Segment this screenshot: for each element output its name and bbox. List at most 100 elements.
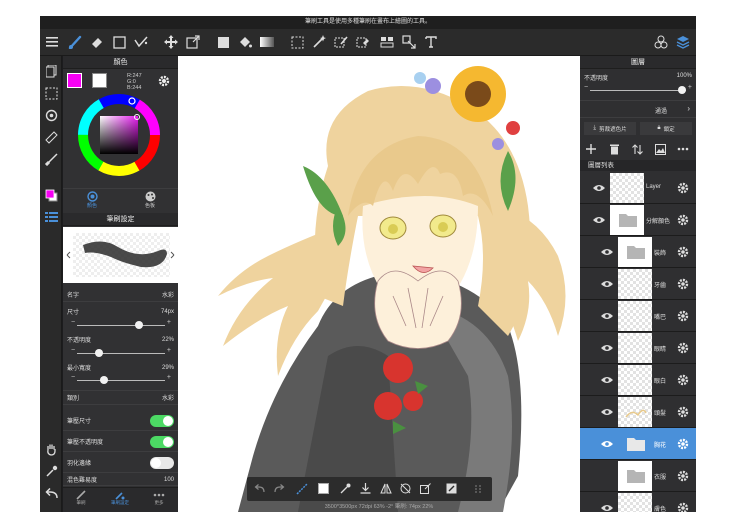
sort-layers-icon[interactable] — [630, 142, 644, 156]
image-layer-icon[interactable] — [653, 142, 667, 156]
layer-opacity-slider-knob[interactable] — [678, 86, 686, 94]
eye-icon[interactable] — [600, 373, 614, 387]
layer-row[interactable]: 嘴巴 — [580, 300, 696, 332]
pressure-opacity-toggle[interactable] — [150, 435, 174, 448]
selection-icon[interactable] — [42, 84, 60, 102]
gear-icon[interactable] — [676, 373, 690, 387]
layer-row-selected[interactable]: 胸花 — [580, 428, 696, 460]
layer-row[interactable]: 分解顏色 — [580, 204, 696, 236]
feather-toggle[interactable] — [150, 456, 174, 469]
snap-icon[interactable] — [42, 106, 60, 124]
hand-stroke-icon[interactable] — [42, 150, 60, 168]
gear-icon[interactable] — [676, 277, 690, 291]
brush-opacity-slider-knob[interactable] — [94, 349, 103, 357]
gear-icon[interactable] — [676, 469, 690, 483]
eye-icon[interactable] — [600, 341, 614, 355]
pressure-size-toggle[interactable] — [150, 414, 174, 427]
tab-color[interactable]: 顏色 — [81, 191, 103, 209]
menu-icon[interactable] — [43, 33, 61, 51]
delete-layer-icon[interactable] — [607, 142, 621, 156]
gear-icon[interactable] — [676, 437, 690, 451]
brush-opacity-slider[interactable]: − + — [71, 347, 171, 357]
brush-type-row[interactable]: 類別 水彩 — [63, 390, 178, 405]
fill-rect-icon[interactable] — [214, 33, 232, 51]
redo-icon[interactable] — [271, 480, 288, 497]
eye-icon[interactable] — [600, 437, 614, 451]
pen-tool-icon[interactable] — [400, 33, 418, 51]
flip-icon[interactable] — [377, 480, 394, 497]
tab-more[interactable]: 更多 — [147, 490, 171, 506]
gear-icon[interactable] — [676, 341, 690, 355]
layer-row[interactable]: 頭髮 — [580, 396, 696, 428]
eye-icon[interactable] — [600, 405, 614, 419]
eye-icon[interactable] — [592, 213, 606, 227]
wand-icon[interactable] — [310, 33, 328, 51]
secondary-color-swatch[interactable] — [92, 73, 107, 88]
blend-mode-select[interactable]: 通過 › — [580, 100, 696, 118]
layers-icon[interactable] — [674, 33, 692, 51]
eye-icon[interactable] — [600, 309, 614, 323]
pages-icon[interactable] — [42, 62, 60, 80]
bucket-icon[interactable] — [236, 33, 254, 51]
marquee-icon[interactable] — [288, 33, 306, 51]
gear-icon[interactable] — [676, 501, 690, 512]
clipping-mask-button[interactable]: ⤓ 剪裁遮色片 — [584, 122, 636, 135]
gear-icon[interactable] — [676, 181, 690, 195]
eye-icon[interactable] — [600, 245, 614, 259]
text-icon[interactable] — [422, 33, 440, 51]
eraser-icon[interactable] — [88, 33, 106, 51]
swatch-white-icon[interactable] — [315, 480, 332, 497]
hand-icon[interactable] — [42, 440, 60, 458]
layer-row[interactable]: 膚色 — [580, 492, 696, 512]
select-pen-icon[interactable] — [332, 33, 350, 51]
eye-icon[interactable] — [592, 181, 606, 195]
materials-icon[interactable] — [652, 33, 670, 51]
eyedropper-small-icon[interactable] — [337, 480, 354, 497]
import-icon[interactable] — [357, 480, 374, 497]
move-icon[interactable] — [162, 33, 180, 51]
layer-row[interactable]: 牙齒 — [580, 268, 696, 300]
brush-name-row[interactable]: 名字 水彩 — [63, 287, 178, 302]
layer-row[interactable]: 衣服 — [580, 460, 696, 492]
add-layer-icon[interactable] — [584, 142, 598, 156]
brush-minwidth-slider-knob[interactable] — [100, 376, 109, 384]
eyedropper-icon[interactable] — [42, 462, 60, 480]
stroke-tool-icon[interactable] — [293, 480, 310, 497]
mix-row[interactable]: 混色難易度 100 — [63, 474, 178, 486]
tab-brush-settings[interactable]: 筆刷設定 — [105, 490, 135, 506]
tab-palette[interactable]: 色板 — [139, 191, 161, 209]
gear-icon[interactable] — [676, 245, 690, 259]
undo-icon[interactable] — [251, 480, 268, 497]
eye-icon[interactable] — [600, 501, 614, 512]
transform-icon[interactable] — [184, 33, 202, 51]
select-rect-icon[interactable] — [110, 33, 128, 51]
undo-arrow-icon[interactable] — [42, 484, 60, 502]
more-icon[interactable] — [676, 142, 690, 156]
magic-icon[interactable] — [132, 33, 150, 51]
fullscreen-icon[interactable] — [443, 480, 460, 497]
layer-list-icon[interactable] — [42, 208, 60, 226]
gear-icon[interactable] — [676, 405, 690, 419]
layer-row[interactable]: 裝飾 — [580, 236, 696, 268]
layer-row[interactable]: Layer — [580, 172, 696, 204]
gear-icon[interactable] — [676, 213, 690, 227]
grip-icon[interactable] — [469, 480, 486, 497]
primary-color-swatch[interactable] — [67, 73, 82, 88]
color-wheel[interactable] — [76, 92, 162, 178]
rotate-off-icon[interactable] — [397, 480, 414, 497]
brush-minwidth-slider[interactable]: − + — [71, 374, 171, 384]
brush-icon[interactable] — [66, 33, 84, 51]
gradient-icon[interactable] — [258, 33, 276, 51]
color-swatch-icon[interactable] — [42, 186, 60, 204]
layer-row[interactable]: 眼白 — [580, 364, 696, 396]
brush-size-slider[interactable]: − + — [71, 319, 171, 329]
color-settings-gear-icon[interactable] — [157, 74, 171, 88]
lock-button[interactable]: 🔒︎ 鎖定 — [640, 122, 692, 135]
drawing-canvas[interactable] — [178, 56, 580, 512]
layer-row[interactable]: 眼睛 — [580, 332, 696, 364]
ruler-icon[interactable] — [42, 128, 60, 146]
transform-small-icon[interactable] — [417, 480, 434, 497]
brush-size-slider-knob[interactable] — [135, 321, 144, 329]
tab-brush[interactable]: 筆刷 — [69, 490, 93, 506]
layer-opacity-slider[interactable]: − + — [584, 84, 692, 94]
